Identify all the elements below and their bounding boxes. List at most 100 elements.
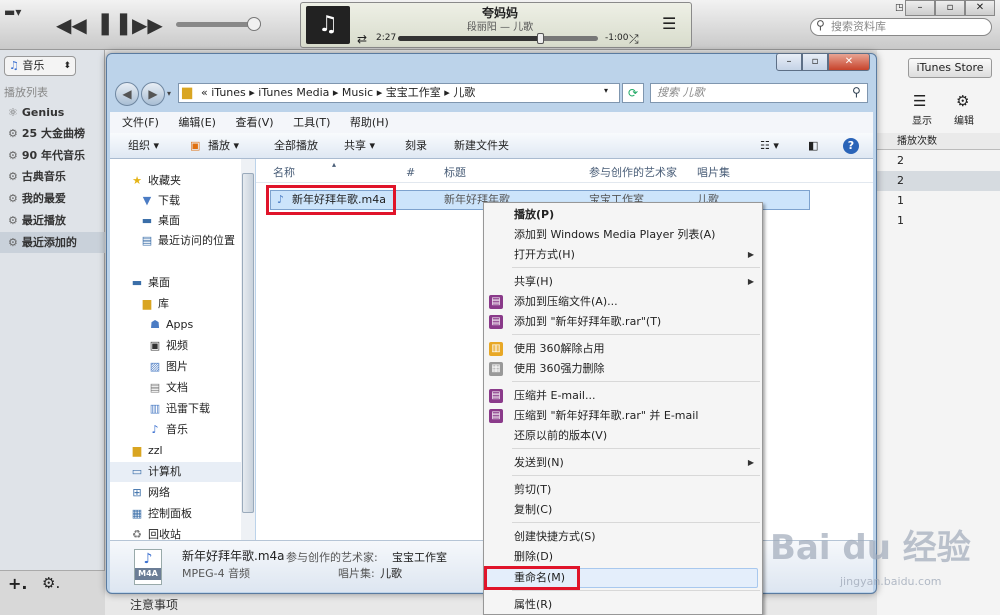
nav-thunder-downloads[interactable]: ▥ 迅雷下载 [110, 399, 242, 419]
column-album[interactable]: 唱片集 [697, 163, 730, 183]
playlist-item-genius[interactable]: ⚛ Genius [0, 102, 105, 123]
menu-item-add-rar[interactable]: ▤ 添加到 "新年好拜年歌.rar"(T) [484, 312, 762, 332]
nav-downloads[interactable]: ▼ 下载 [110, 191, 242, 211]
menu-item-open-with[interactable]: 打开方式(H) ▶ [484, 245, 762, 265]
address-bar[interactable]: « iTunes ▸ iTunes Media ▸ Music ▸ 宝宝工作室 … [178, 83, 620, 103]
nav-recycle-bin[interactable]: ♻ 回收站 [110, 525, 242, 540]
details-artist[interactable]: 宝宝工作室 [392, 549, 447, 565]
new-folder-button[interactable]: 新建文件夹 [454, 133, 509, 159]
breadcrumb[interactable]: Music [342, 86, 373, 99]
shuffle-icon[interactable]: ⤮ [629, 32, 639, 47]
menu-item-play[interactable]: 播放(P) [484, 205, 762, 225]
breadcrumb[interactable]: iTunes Media [258, 86, 329, 99]
menu-file[interactable]: 文件(F) [122, 116, 159, 129]
nav-recent-places[interactable]: ▤ 最近访问的位置 [110, 231, 242, 251]
minimize-icon[interactable]: – [776, 53, 802, 71]
library-search-input[interactable]: 搜索资料库 [810, 18, 992, 36]
menu-item-360-unlock[interactable]: ▥ 使用 360解除占用 [484, 339, 762, 359]
column-artist[interactable]: 参与创作的艺术家 [589, 163, 677, 183]
close-icon[interactable]: ✕ [965, 0, 995, 16]
nav-favorites[interactable]: ★ 收藏夹 [110, 171, 242, 191]
nav-control-panel[interactable]: ▦ 控制面板 [110, 504, 242, 524]
nav-apps[interactable]: ☗ Apps [110, 315, 242, 335]
address-dropdown-icon[interactable]: ▾ [604, 86, 608, 95]
progress-bar[interactable] [398, 33, 598, 44]
playlist-item[interactable]: ⚙ 90 年代音乐 [0, 145, 105, 166]
menu-item-copy[interactable]: 复制(C) [484, 500, 762, 520]
menu-view[interactable]: 查看(V) [235, 116, 273, 129]
menu-item-restore-versions[interactable]: 还原以前的版本(V) [484, 426, 762, 446]
nav-videos[interactable]: ▣ 视频 [110, 336, 242, 356]
progress-knob[interactable] [537, 33, 544, 44]
menu-item-compress-email[interactable]: ▤ 压缩并 E-mail... [484, 386, 762, 406]
nav-network[interactable]: ⊞ 网络 [110, 483, 242, 503]
nav-music[interactable]: ♪ 音乐 [110, 420, 242, 440]
menu-item-add-archive[interactable]: ▤ 添加到压缩文件(A)... [484, 292, 762, 312]
nav-documents[interactable]: ▤ 文档 [110, 378, 242, 398]
menu-item-compress-rar-email[interactable]: ▤ 压缩到 "新年好拜年歌.rar" 并 E-mail [484, 406, 762, 426]
minimize-icon[interactable]: – [905, 0, 935, 16]
list-icon[interactable]: ☰ [662, 14, 676, 33]
recent-pages-chevron-icon[interactable]: ▾ [167, 89, 171, 98]
back-icon[interactable]: ◀ [115, 82, 139, 106]
refresh-icon[interactable]: ⟳ [622, 83, 644, 103]
details-album[interactable]: 儿歌 [380, 565, 402, 581]
menu-item-create-shortcut[interactable]: 创建快捷方式(S) [484, 527, 762, 547]
mini-player-icon[interactable]: ◳ [895, 3, 904, 13]
restore-icon[interactable]: ▫ [935, 0, 965, 16]
menu-tools[interactable]: 工具(T) [293, 116, 330, 129]
address-prefix[interactable]: « [201, 86, 208, 99]
volume-slider[interactable] [176, 17, 262, 31]
menu-item-delete[interactable]: 删除(D) [484, 547, 762, 567]
explorer-search-input[interactable]: 搜索 儿歌 [650, 83, 868, 103]
table-row[interactable]: 1 [877, 191, 1000, 211]
menu-edit[interactable]: 编辑(E) [178, 116, 216, 129]
play-count-header[interactable]: 播放次数 [877, 133, 1000, 150]
column-title[interactable]: 标题 [444, 163, 466, 183]
table-row[interactable]: 2 [877, 171, 1000, 191]
table-row[interactable]: 1 [877, 211, 1000, 231]
close-icon[interactable]: ✕ [828, 53, 870, 71]
menu-item-360-delete[interactable]: ▦ 使用 360强力删除 [484, 359, 762, 379]
add-playlist-icon[interactable]: +. [8, 574, 27, 593]
menu-item-send-to[interactable]: 发送到(N) ▶ [484, 453, 762, 473]
forward-icon[interactable]: ▶ [141, 82, 165, 106]
column-number[interactable]: # [406, 163, 415, 183]
menu-item-share[interactable]: 共享(H) ▶ [484, 272, 762, 292]
itunes-store-button[interactable]: iTunes Store [908, 58, 992, 78]
previous-icon[interactable]: ◀◀ [56, 15, 87, 35]
itunes-menu-icon[interactable]: ▬▾ [4, 2, 21, 22]
play-all-button[interactable]: 全部播放 [274, 133, 318, 159]
organize-button[interactable]: 组织 ▾ [128, 133, 159, 159]
next-icon[interactable]: ▶▶ [132, 15, 163, 35]
play-button[interactable]: 播放 ▾ [208, 133, 239, 159]
edit-gear-icon[interactable]: ⚙ [956, 92, 969, 110]
playlist-item[interactable]: ⚙ 古典音乐 [0, 166, 105, 187]
repeat-icon[interactable]: ⇄ [357, 32, 367, 46]
nav-library[interactable]: ▆ 库 [110, 294, 242, 314]
column-name[interactable]: 名称 [273, 163, 295, 183]
preview-pane-icon[interactable]: ◧ [808, 133, 818, 159]
navigation-scroll-thumb[interactable] [242, 173, 254, 513]
search-icon[interactable]: ⚲ [852, 85, 861, 99]
settings-gear-icon[interactable]: ⚙. [42, 574, 60, 592]
playlist-item[interactable]: ⚙ 最近播放 [0, 210, 105, 231]
menu-item-properties[interactable]: 属性(R) [484, 595, 762, 615]
nav-pictures[interactable]: ▨ 图片 [110, 357, 242, 377]
display-icon[interactable]: ☰ [913, 92, 926, 110]
menu-item-cut[interactable]: 剪切(T) [484, 480, 762, 500]
help-icon[interactable]: ? [843, 138, 859, 154]
playlist-item[interactable]: ⚙ 我的最爱 [0, 188, 105, 209]
nav-zzl[interactable]: ▆ zzl [110, 441, 242, 461]
menu-help[interactable]: 帮助(H) [350, 116, 389, 129]
breadcrumb[interactable]: 儿歌 [453, 86, 475, 99]
table-row[interactable]: 2 [877, 151, 1000, 171]
menu-item-add-wmp[interactable]: 添加到 Windows Media Player 列表(A) [484, 225, 762, 245]
breadcrumb[interactable]: iTunes [211, 86, 246, 99]
source-select[interactable]: ♫ 音乐 ⬍ [4, 56, 76, 76]
share-button[interactable]: 共享 ▾ [344, 133, 375, 159]
playlist-item-selected[interactable]: ⚙ 最近添加的 [0, 232, 105, 253]
view-options-icon[interactable]: ☷ ▾ [760, 133, 779, 159]
nav-desktop-fav[interactable]: ▬ 桌面 [110, 211, 242, 231]
nav-computer[interactable]: ▭ 计算机 [110, 462, 242, 482]
